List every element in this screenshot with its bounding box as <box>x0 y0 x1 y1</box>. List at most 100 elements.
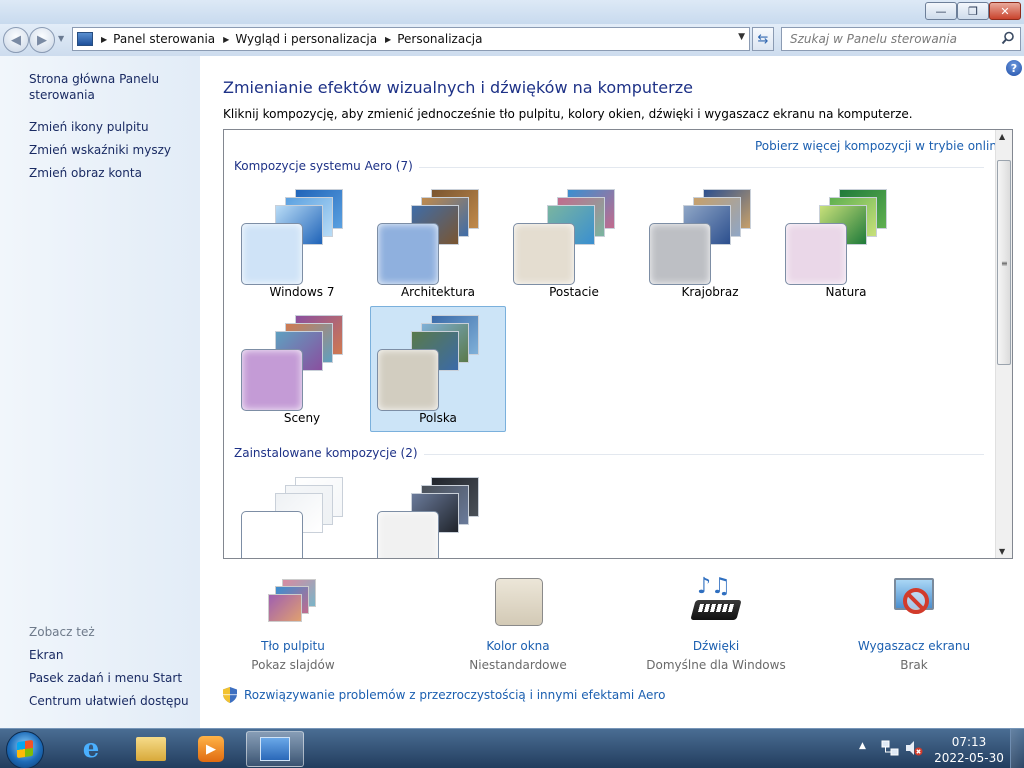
window-color-swatch <box>513 223 575 285</box>
help-icon[interactable]: ? <box>1006 60 1022 76</box>
desktop-background-value: Pokaz slajdów <box>251 658 335 672</box>
theme-natura[interactable]: Natura <box>778 180 914 306</box>
installed-theme-2[interactable] <box>370 468 506 558</box>
aero-troubleshoot-link[interactable]: Rozwiązywanie problemów z przezroczystoś… <box>223 687 665 703</box>
theme-architektura[interactable]: Architektura <box>370 180 506 306</box>
desktop-background-setting[interactable]: Tło pulpitu Pokaz slajdów <box>218 576 368 672</box>
theme-polska[interactable]: Polska <box>370 306 506 432</box>
control-panel-icon <box>77 32 93 46</box>
theme-name: Postacie <box>549 285 599 299</box>
scrollbar-thumb[interactable]: ≡ <box>997 160 1011 365</box>
window-color-swatch <box>241 349 303 411</box>
theme-name: Krajobraz <box>681 285 739 299</box>
address-dropdown-icon[interactable]: ▼ <box>738 32 745 42</box>
control-panel-taskbar-button[interactable] <box>246 731 304 767</box>
folder-icon <box>136 737 166 761</box>
window-color-swatch <box>377 511 439 558</box>
breadcrumb-separator-icon[interactable]: ▶ <box>101 35 107 44</box>
breadcrumb-separator-icon[interactable]: ▶ <box>385 35 391 44</box>
show-desktop-button[interactable] <box>1010 729 1024 768</box>
scroll-down-icon[interactable]: ▼ <box>999 547 1005 556</box>
theme-name: Sceny <box>283 411 321 425</box>
media-player-taskbar-button[interactable]: ▶ <box>182 731 240 767</box>
theme-thumbnail <box>241 189 349 285</box>
aero-troubleshoot-label[interactable]: Rozwiązywanie problemów z przezroczystoś… <box>244 688 665 702</box>
clock-time: 07:13 <box>951 735 987 749</box>
window-color-icon <box>493 576 543 626</box>
scroll-up-icon[interactable]: ▲ <box>999 132 1005 141</box>
window-color-swatch <box>241 511 303 558</box>
vertical-scrollbar[interactable]: ▲ ≡ ▼ <box>995 130 1012 558</box>
theme-thumbnail <box>513 189 621 285</box>
installed-themes-group-header: Zainstalowane kompozycje (2) <box>234 446 984 460</box>
clock-date: 2022-05-30 <box>934 751 1004 765</box>
theme-thumbnail <box>649 189 757 285</box>
ease-of-access-link[interactable]: Centrum ułatwień dostępu <box>29 693 189 709</box>
screen-saver-label[interactable]: Wygaszacz ekranu <box>839 639 989 653</box>
see-also-heading: Zobacz też <box>29 625 95 639</box>
theme-thumbnail <box>241 477 349 558</box>
slideshow-icon <box>268 576 318 626</box>
theme-thumbnail <box>785 189 893 285</box>
theme-name: Windows 7 <box>269 285 335 299</box>
search-icon[interactable] <box>1001 31 1015 45</box>
installed-theme-1[interactable] <box>234 468 370 558</box>
forward-button[interactable]: ▶ <box>29 27 55 53</box>
get-more-themes-link[interactable]: Pobierz więcej kompozycji w trybie onlin… <box>755 139 1004 153</box>
refresh-button[interactable]: ⇆ <box>752 27 774 51</box>
breadcrumb-control-panel[interactable]: Panel sterowania <box>113 32 215 46</box>
theme-krajobraz[interactable]: Krajobraz <box>642 180 778 306</box>
media-player-icon: ▶ <box>198 736 224 762</box>
search-input[interactable]: Szukaj w Panelu sterowania <box>781 27 1021 51</box>
back-button[interactable]: ◀ <box>3 27 29 53</box>
window-color-setting[interactable]: Kolor okna Niestandardowe <box>443 576 593 672</box>
network-icon[interactable] <box>881 740 899 756</box>
volume-muted-icon[interactable] <box>905 740 923 756</box>
recent-pages-dropdown[interactable]: ▼ <box>58 34 64 43</box>
breadcrumb-separator-icon[interactable]: ▶ <box>223 35 229 44</box>
display-link[interactable]: Ekran <box>29 647 189 663</box>
breadcrumb-personalization[interactable]: Personalizacja <box>397 32 482 46</box>
theme-name: Architektura <box>400 285 476 299</box>
show-hidden-icons-icon[interactable]: ▲ <box>859 741 866 751</box>
screen-saver-setting[interactable]: Wygaszacz ekranu Brak <box>839 576 989 672</box>
start-button[interactable] <box>6 731 44 768</box>
navigation-bar: ◀ ▶ ▼ ▶ Panel sterowania ▶ Wygląd i pers… <box>0 24 1024 56</box>
change-desktop-icons-link[interactable]: Zmień ikony pulpitu <box>29 119 189 135</box>
sounds-setting[interactable]: ♪♫ Dźwięki Domyślne dla Windows <box>641 576 791 673</box>
theme-postacie[interactable]: Postacie <box>506 180 642 306</box>
desktop-background-label[interactable]: Tło pulpitu <box>218 639 368 653</box>
arrow-left-icon: ◀ <box>11 32 21 48</box>
control-panel-home-link[interactable]: Strona główna Panelu sterowania <box>29 71 189 103</box>
window-color-swatch <box>785 223 847 285</box>
windows-logo-icon <box>17 739 33 759</box>
theme-sceny[interactable]: Sceny <box>234 306 370 432</box>
taskbar-start-menu-link[interactable]: Pasek zadań i menu Start <box>29 670 189 686</box>
title-bar: — ❐ ✕ <box>0 0 1024 24</box>
refresh-icon: ⇆ <box>757 31 769 47</box>
screensaver-icon <box>889 576 939 626</box>
theme-thumbnail <box>241 315 349 411</box>
maximize-button[interactable]: ❐ <box>957 2 989 20</box>
address-bar[interactable]: ▶ Panel sterowania ▶ Wygląd i personaliz… <box>72 27 750 51</box>
search-placeholder: Szukaj w Panelu sterowania <box>790 32 958 46</box>
chevron-down-icon: ▼ <box>58 34 65 43</box>
theme-windows-7[interactable]: Windows 7 <box>234 180 370 306</box>
change-mouse-pointers-link[interactable]: Zmień wskaźniki myszy <box>29 142 189 158</box>
internet-explorer-taskbar-button[interactable]: e <box>62 731 120 767</box>
internet-explorer-icon: e <box>82 734 100 764</box>
sounds-icon: ♪♫ <box>690 576 742 626</box>
shield-icon <box>223 687 237 703</box>
window-color-swatch <box>377 349 439 411</box>
change-account-picture-link[interactable]: Zmień obraz konta <box>29 165 189 181</box>
clock[interactable]: 07:13 2022-05-30 <box>934 734 1004 766</box>
window-color-label[interactable]: Kolor okna <box>443 639 593 653</box>
theme-thumbnail <box>377 315 485 411</box>
breadcrumb-appearance[interactable]: Wygląd i personalizacja <box>235 32 377 46</box>
explorer-taskbar-button[interactable] <box>122 731 180 767</box>
minimize-button[interactable]: — <box>925 2 957 20</box>
close-button[interactable]: ✕ <box>989 2 1021 20</box>
page-description: Kliknij kompozycję, aby zmienić jednocze… <box>223 107 913 121</box>
screen-saver-value: Brak <box>900 658 928 672</box>
sounds-label[interactable]: Dźwięki <box>641 639 791 653</box>
